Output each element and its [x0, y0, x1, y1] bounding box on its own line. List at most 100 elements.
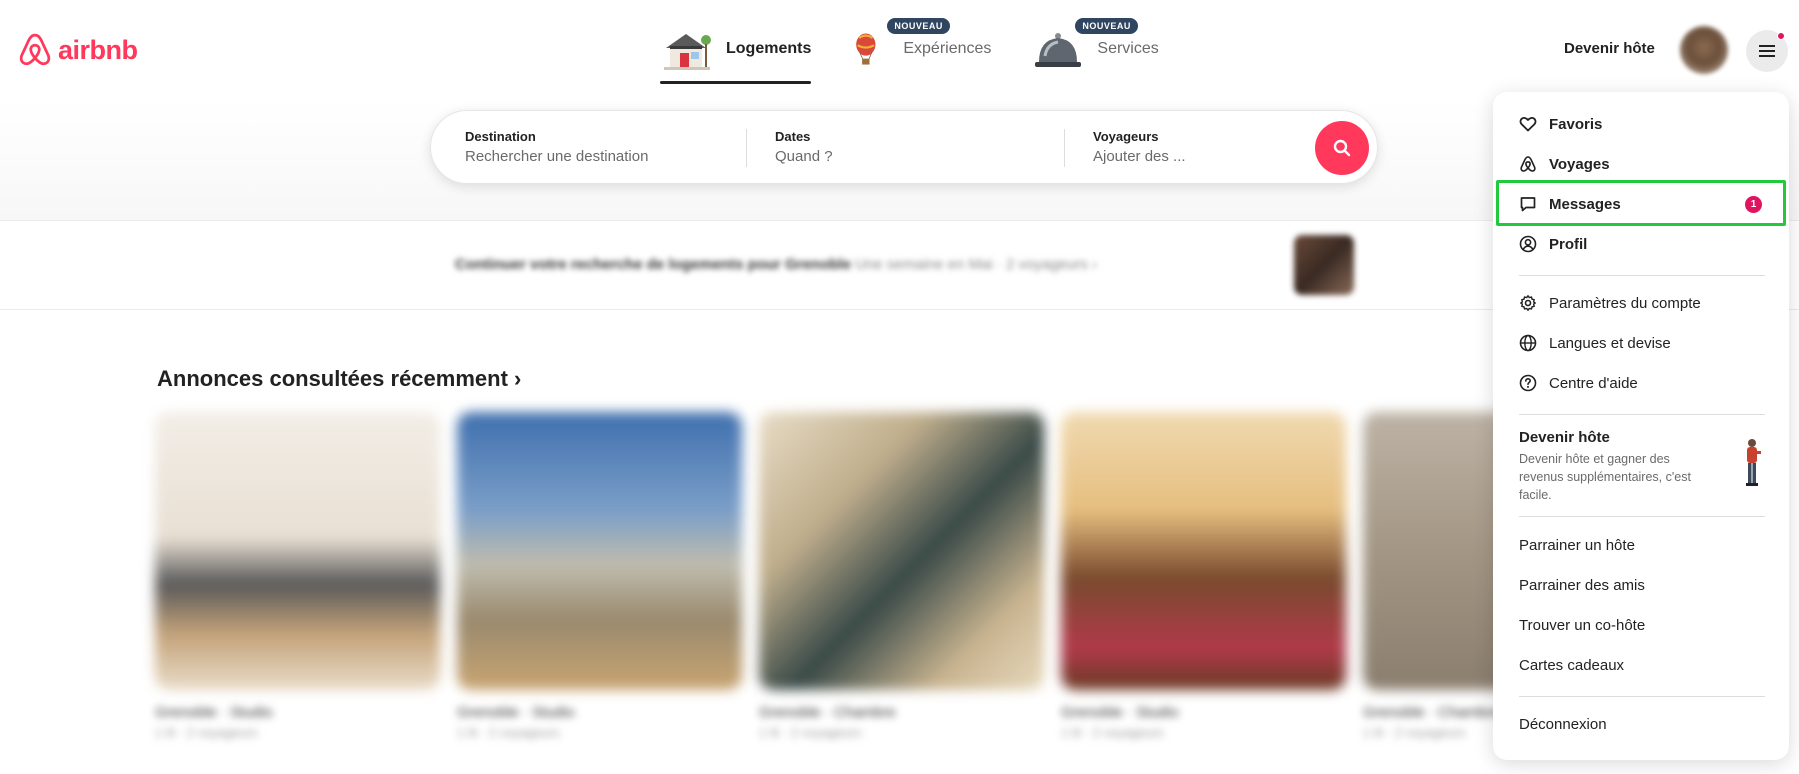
menu-item-account-settings[interactable]: Paramètres du compte: [1519, 294, 1701, 312]
become-host-promo[interactable]: Devenir hôte Devenir hôte et gagner des …: [1519, 429, 1769, 504]
listing-title: Grenoble · Chambre: [759, 704, 896, 721]
listing-subtitle: 1 lit · 2 voyageurs: [457, 725, 560, 740]
tab-services[interactable]: NOUVEAU Services: [1031, 18, 1159, 82]
top-header: airbnb Logements NOUVEAU Expériences NOU…: [0, 0, 1799, 100]
host-promo-description: Devenir hôte et gagner des revenus suppl…: [1519, 452, 1691, 502]
host-promo-title: Devenir hôte: [1519, 429, 1610, 446]
menu-item-label: Trouver un co-hôte: [1519, 617, 1646, 634]
tab-label: Expériences: [903, 40, 992, 57]
menu-item-messages[interactable]: Messages: [1519, 195, 1769, 213]
menu-item-gift-cards[interactable]: Cartes cadeaux: [1519, 657, 1624, 674]
logo-text: airbnb: [58, 34, 138, 65]
continue-detail: Une semaine en Mai · 2 voyageurs ›: [855, 256, 1097, 273]
hamburger-icon: [1759, 45, 1775, 57]
search-divider: [746, 129, 747, 167]
menu-item-label: Profil: [1549, 235, 1588, 253]
globe-icon: [1519, 334, 1537, 352]
destination-segment[interactable]: Destination: [465, 129, 705, 166]
gear-icon: [1520, 295, 1536, 311]
dates-label: Dates: [775, 129, 811, 144]
host-figure-icon: [1746, 439, 1761, 486]
menu-item-label: Déconnexion: [1519, 716, 1607, 733]
tab-experiences[interactable]: NOUVEAU Expériences: [851, 18, 992, 82]
listing-subtitle: 1 lit · 2 voyageurs: [759, 725, 862, 740]
listing-photo: [759, 412, 1044, 690]
airbnb-logo-icon: [19, 33, 51, 66]
avatar[interactable]: [1680, 26, 1728, 74]
menu-item-favoris[interactable]: Favoris: [1519, 115, 1602, 133]
dates-segment[interactable]: Dates: [775, 129, 1015, 166]
menu-item-voyages[interactable]: Voyages: [1519, 155, 1610, 173]
page: airbnb Logements NOUVEAU Expériences NOU…: [0, 0, 1799, 774]
listing-title: Grenoble · Studio: [155, 704, 273, 721]
continue-search-text: Continuer votre recherche de logements p…: [455, 256, 1097, 273]
menu-item-label: Parrainer un hôte: [1519, 537, 1635, 554]
search-bar: Destination Dates Voyageurs: [430, 110, 1378, 184]
menu-item-find-cohost[interactable]: Trouver un co-hôte: [1519, 617, 1645, 634]
tab-label: Services: [1097, 40, 1159, 57]
listing-photo: [457, 412, 742, 690]
tab-logements[interactable]: Logements: [660, 20, 812, 84]
listing-card[interactable]: Grenoble · Studio 1 lit · 2 voyageurs: [457, 412, 742, 740]
tab-label: Logements: [726, 40, 812, 57]
travelers-segment[interactable]: Voyageurs: [1093, 129, 1293, 166]
listing-title: Grenoble · Studio: [1061, 704, 1179, 721]
destination-label: Destination: [465, 129, 536, 144]
menu-item-help-center[interactable]: Centre d'aide: [1519, 374, 1638, 392]
menu-item-label: Voyages: [1549, 155, 1610, 173]
search-icon: [1333, 139, 1351, 157]
travelers-input[interactable]: [1093, 148, 1293, 165]
menu-item-language-currency[interactable]: Langues et devise: [1519, 334, 1671, 352]
menu-item-label: Centre d'aide: [1549, 374, 1638, 392]
search-divider: [1064, 129, 1065, 167]
heart-icon: [1519, 117, 1537, 132]
search-button[interactable]: [1315, 121, 1369, 175]
airbnb-logo[interactable]: airbnb: [18, 32, 138, 68]
menu-divider: [1519, 516, 1765, 517]
user-circle-icon: [1519, 235, 1537, 253]
menu-divider: [1519, 275, 1765, 276]
listing-photo: [1061, 412, 1346, 690]
new-badge: NOUVEAU: [887, 18, 950, 34]
house-icon: [664, 34, 711, 70]
menu-item-profil[interactable]: Profil: [1519, 235, 1587, 253]
listing-photo: [155, 412, 440, 690]
menu-item-refer-friends[interactable]: Parrainer des amis: [1519, 577, 1645, 594]
dates-input[interactable]: [775, 148, 1015, 165]
listing-card[interactable]: Grenoble · Studio 1 lit · 2 voyageurs: [1061, 412, 1346, 740]
recent-title[interactable]: Annonces consultées récemment ›: [157, 366, 521, 392]
listing-subtitle: 1 lit · 2 voyageurs: [155, 725, 258, 740]
hot-air-balloon-icon: [856, 33, 876, 65]
menu-item-refer-host[interactable]: Parrainer un hôte: [1519, 537, 1635, 554]
continue-thumbnail: [1294, 235, 1354, 295]
menu-item-logout[interactable]: Déconnexion: [1519, 716, 1607, 733]
become-host-link[interactable]: Devenir hôte: [1564, 40, 1655, 57]
messages-count-badge: 1: [1745, 196, 1762, 213]
recent-title-text: Annonces consultées récemment: [157, 366, 508, 391]
menu-item-label: Parrainer des amis: [1519, 577, 1645, 594]
listing-subtitle: 1 lit · 2 voyageurs: [1061, 725, 1164, 740]
menu-item-label: Messages: [1549, 195, 1621, 213]
help-icon: [1519, 374, 1537, 392]
listing-title: Grenoble · Studio: [457, 704, 575, 721]
travelers-label: Voyageurs: [1093, 129, 1159, 144]
menu-divider: [1519, 414, 1765, 415]
user-menu-dropdown: Favoris Voyages Messages 1 Profil Paramè…: [1493, 92, 1789, 760]
destination-input[interactable]: [465, 148, 705, 165]
notification-dot: [1777, 32, 1785, 40]
menu-item-label: Favoris: [1549, 115, 1603, 133]
message-icon: [1520, 197, 1536, 212]
category-tabs: Logements NOUVEAU Expériences NOUVEAU Se…: [660, 18, 1159, 84]
menu-item-label: Cartes cadeaux: [1519, 657, 1625, 674]
chevron-right-icon: ›: [514, 366, 522, 391]
listing-card[interactable]: Grenoble · Studio 1 lit · 2 voyageurs: [155, 412, 440, 740]
menu-divider: [1519, 696, 1765, 697]
new-badge: NOUVEAU: [1075, 18, 1138, 34]
menu-button[interactable]: [1746, 30, 1788, 72]
service-bell-icon: [1035, 33, 1082, 67]
continue-main: Continuer votre recherche de logements p…: [455, 256, 851, 273]
listing-card[interactable]: Grenoble · Chambre 1 lit · 2 voyageurs: [759, 412, 1044, 740]
menu-item-label: Langues et devise: [1549, 334, 1671, 352]
airbnb-logo-icon: [1520, 156, 1536, 172]
menu-item-label: Paramètres du compte: [1549, 294, 1701, 312]
